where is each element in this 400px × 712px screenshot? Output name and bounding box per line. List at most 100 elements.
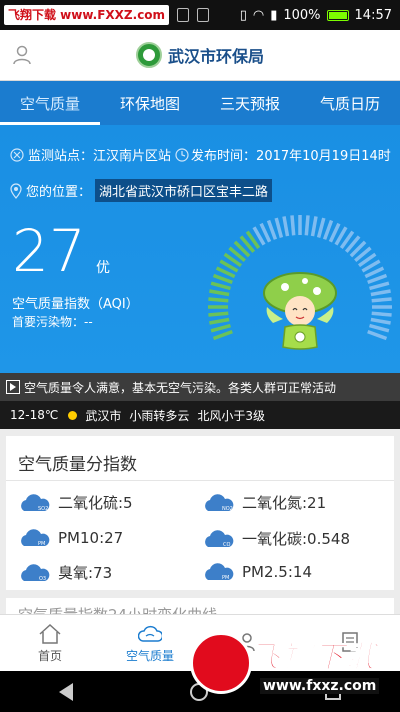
svg-text:CO: CO	[223, 542, 230, 548]
battery-percent: 100%	[283, 7, 321, 23]
divider	[6, 480, 394, 481]
aqi-level: 优	[96, 260, 110, 276]
sun-icon	[68, 410, 78, 420]
sim-icon: ▮	[270, 7, 278, 23]
page-title: 武汉市环保局	[167, 47, 264, 66]
watermark-url: www.fxxz.com	[260, 678, 380, 694]
index-item: PM PM10:27	[18, 528, 123, 548]
no2-value: 二氧化氮:21	[242, 494, 327, 512]
gauge-tick	[208, 297, 229, 303]
gauge-tick	[367, 273, 388, 285]
primary-pollutant: 首要污染物：--	[12, 315, 93, 329]
gauge-tick	[367, 329, 388, 341]
back-icon[interactable]	[58, 682, 73, 701]
aqi-gauge	[208, 215, 392, 350]
home-icon	[39, 623, 61, 644]
location-row: 您的位置： 湖北省武汉市硚口区宝丰二路	[10, 179, 273, 202]
so2-value: 二氧化硫:5	[58, 494, 133, 512]
nav-air-quality-label: 空气质量	[125, 648, 174, 663]
cloud-so2-icon: SO2	[21, 493, 50, 512]
gauge-tick	[316, 217, 326, 238]
play-icon[interactable]	[6, 380, 20, 394]
gauge-tick	[370, 317, 391, 325]
location-pin-icon	[10, 182, 22, 199]
index-item: NO2 二氧化氮:21	[202, 492, 326, 513]
aqi-label: 空气质量指数（AQI）	[12, 297, 139, 312]
notification-icon	[177, 8, 190, 22]
cloud-pm10-icon: PM	[21, 529, 50, 547]
weather-city: 武汉市	[85, 408, 122, 423]
station-row: 监测站点： 江汉南片区站 发布时间： 2017年10月19日14时	[10, 145, 391, 164]
gauge-tick	[371, 297, 392, 303]
location-value[interactable]: 湖北省武汉市硚口区宝丰二路	[95, 179, 273, 202]
gauge-tick	[370, 289, 391, 297]
pm25-value: PM2.5:14	[242, 563, 312, 581]
user-icon[interactable]	[12, 45, 32, 65]
station-value[interactable]: 江汉南片区站	[93, 145, 171, 164]
gauge-tick	[208, 311, 229, 317]
gauge-tick	[369, 281, 390, 291]
watermark: 飞翔下载 www.fxxz.com	[190, 632, 395, 702]
cloud-o3-icon: O3	[21, 563, 50, 582]
weather-condition: 小雨转多云	[129, 408, 190, 423]
app-header: 武汉市环保局	[0, 30, 400, 80]
air-quality-panel: 监测站点： 江汉南片区站 发布时间： 2017年10月19日14时 您的位置： …	[0, 125, 400, 373]
sub-index-card: 空气质量分指数 SO2 二氧化硫:5 NO2 二氧化氮:21 PM PM10:2…	[6, 436, 394, 590]
gauge-tick	[369, 323, 390, 333]
bureau-logo	[135, 42, 162, 68]
vibrate-icon: ▯	[239, 7, 247, 23]
tab-quality-calendar[interactable]: 气质日历	[300, 81, 400, 125]
tab-three-day-forecast[interactable]: 三天预报	[200, 81, 300, 125]
watermark-text: 飞翔下载	[250, 640, 378, 676]
svg-text:PM: PM	[38, 541, 45, 547]
pm10-value: PM10:27	[58, 529, 124, 547]
nav-air-quality[interactable]: 空气质量	[100, 615, 200, 671]
gauge-tick	[210, 323, 231, 333]
gauge-tick	[210, 281, 231, 291]
tab-air-quality[interactable]: 空气质量	[0, 81, 100, 125]
station-icon	[10, 147, 24, 162]
mushroom-mascot-icon	[263, 272, 337, 350]
gauge-tick	[304, 215, 310, 236]
index-item: CO 一氧化碳:0.548	[202, 528, 350, 549]
gauge-tick	[322, 219, 334, 240]
nav-home-label: 首页	[37, 648, 62, 663]
publish-time: 2017年10月19日14时	[256, 149, 391, 164]
tab-bar: 空气质量 环保地图 三天预报 气质日历	[0, 80, 400, 125]
temperature-range: 12-18℃	[10, 408, 59, 422]
wind: 北风小于3级	[197, 408, 266, 423]
gauge-tick	[266, 219, 278, 240]
gauge-tick	[209, 317, 230, 325]
tab-env-map[interactable]: 环保地图	[100, 81, 200, 125]
notification-icon-2	[197, 8, 210, 22]
gauge-tick	[290, 215, 296, 236]
cloud-co-icon: CO	[205, 529, 234, 548]
gauge-tick	[212, 273, 233, 285]
index-item: O3 臭氧:73	[18, 562, 112, 583]
sub-index-title: 空气质量分指数	[18, 455, 137, 475]
svg-text:NO2: NO2	[222, 506, 233, 512]
clock: 14:57	[354, 7, 392, 23]
index-item: SO2 二氧化硫:5	[18, 492, 133, 513]
co-value: 一氧化碳:0.548	[242, 530, 350, 548]
gauge-tick	[282, 216, 290, 237]
gauge-tick	[371, 311, 392, 317]
o3-value: 臭氧:73	[58, 564, 113, 582]
gauge-tick	[310, 216, 318, 237]
cloud-no2-icon: NO2	[205, 493, 234, 512]
index-item: PM PM2.5:14	[202, 562, 312, 582]
station-label: 监测站点：	[28, 149, 94, 164]
location-label: 您的位置：	[26, 185, 92, 200]
battery-icon	[326, 9, 349, 21]
wifi-icon: ◠	[252, 7, 265, 23]
nav-home[interactable]: 首页	[0, 615, 100, 671]
health-tip-text: 空气质量令人满意，基本无空气污染。各类人群可正常活动	[24, 380, 337, 395]
aqi-value: 27	[12, 217, 86, 285]
status-bar: 飞翔下载 www.FXXZ.com ▯ ◠ ▮ 100% 14:57	[0, 0, 400, 30]
gauge-tick	[212, 329, 233, 341]
svg-text:O3: O3	[39, 576, 46, 582]
cloud-pm25-icon: PM	[205, 563, 234, 581]
ad-banner[interactable]: 飞翔下载 www.FXXZ.com	[4, 5, 170, 25]
weather-bar: 12-18℃ 武汉市 小雨转多云 北风小于3级	[0, 401, 400, 429]
watermark-logo	[190, 632, 252, 694]
